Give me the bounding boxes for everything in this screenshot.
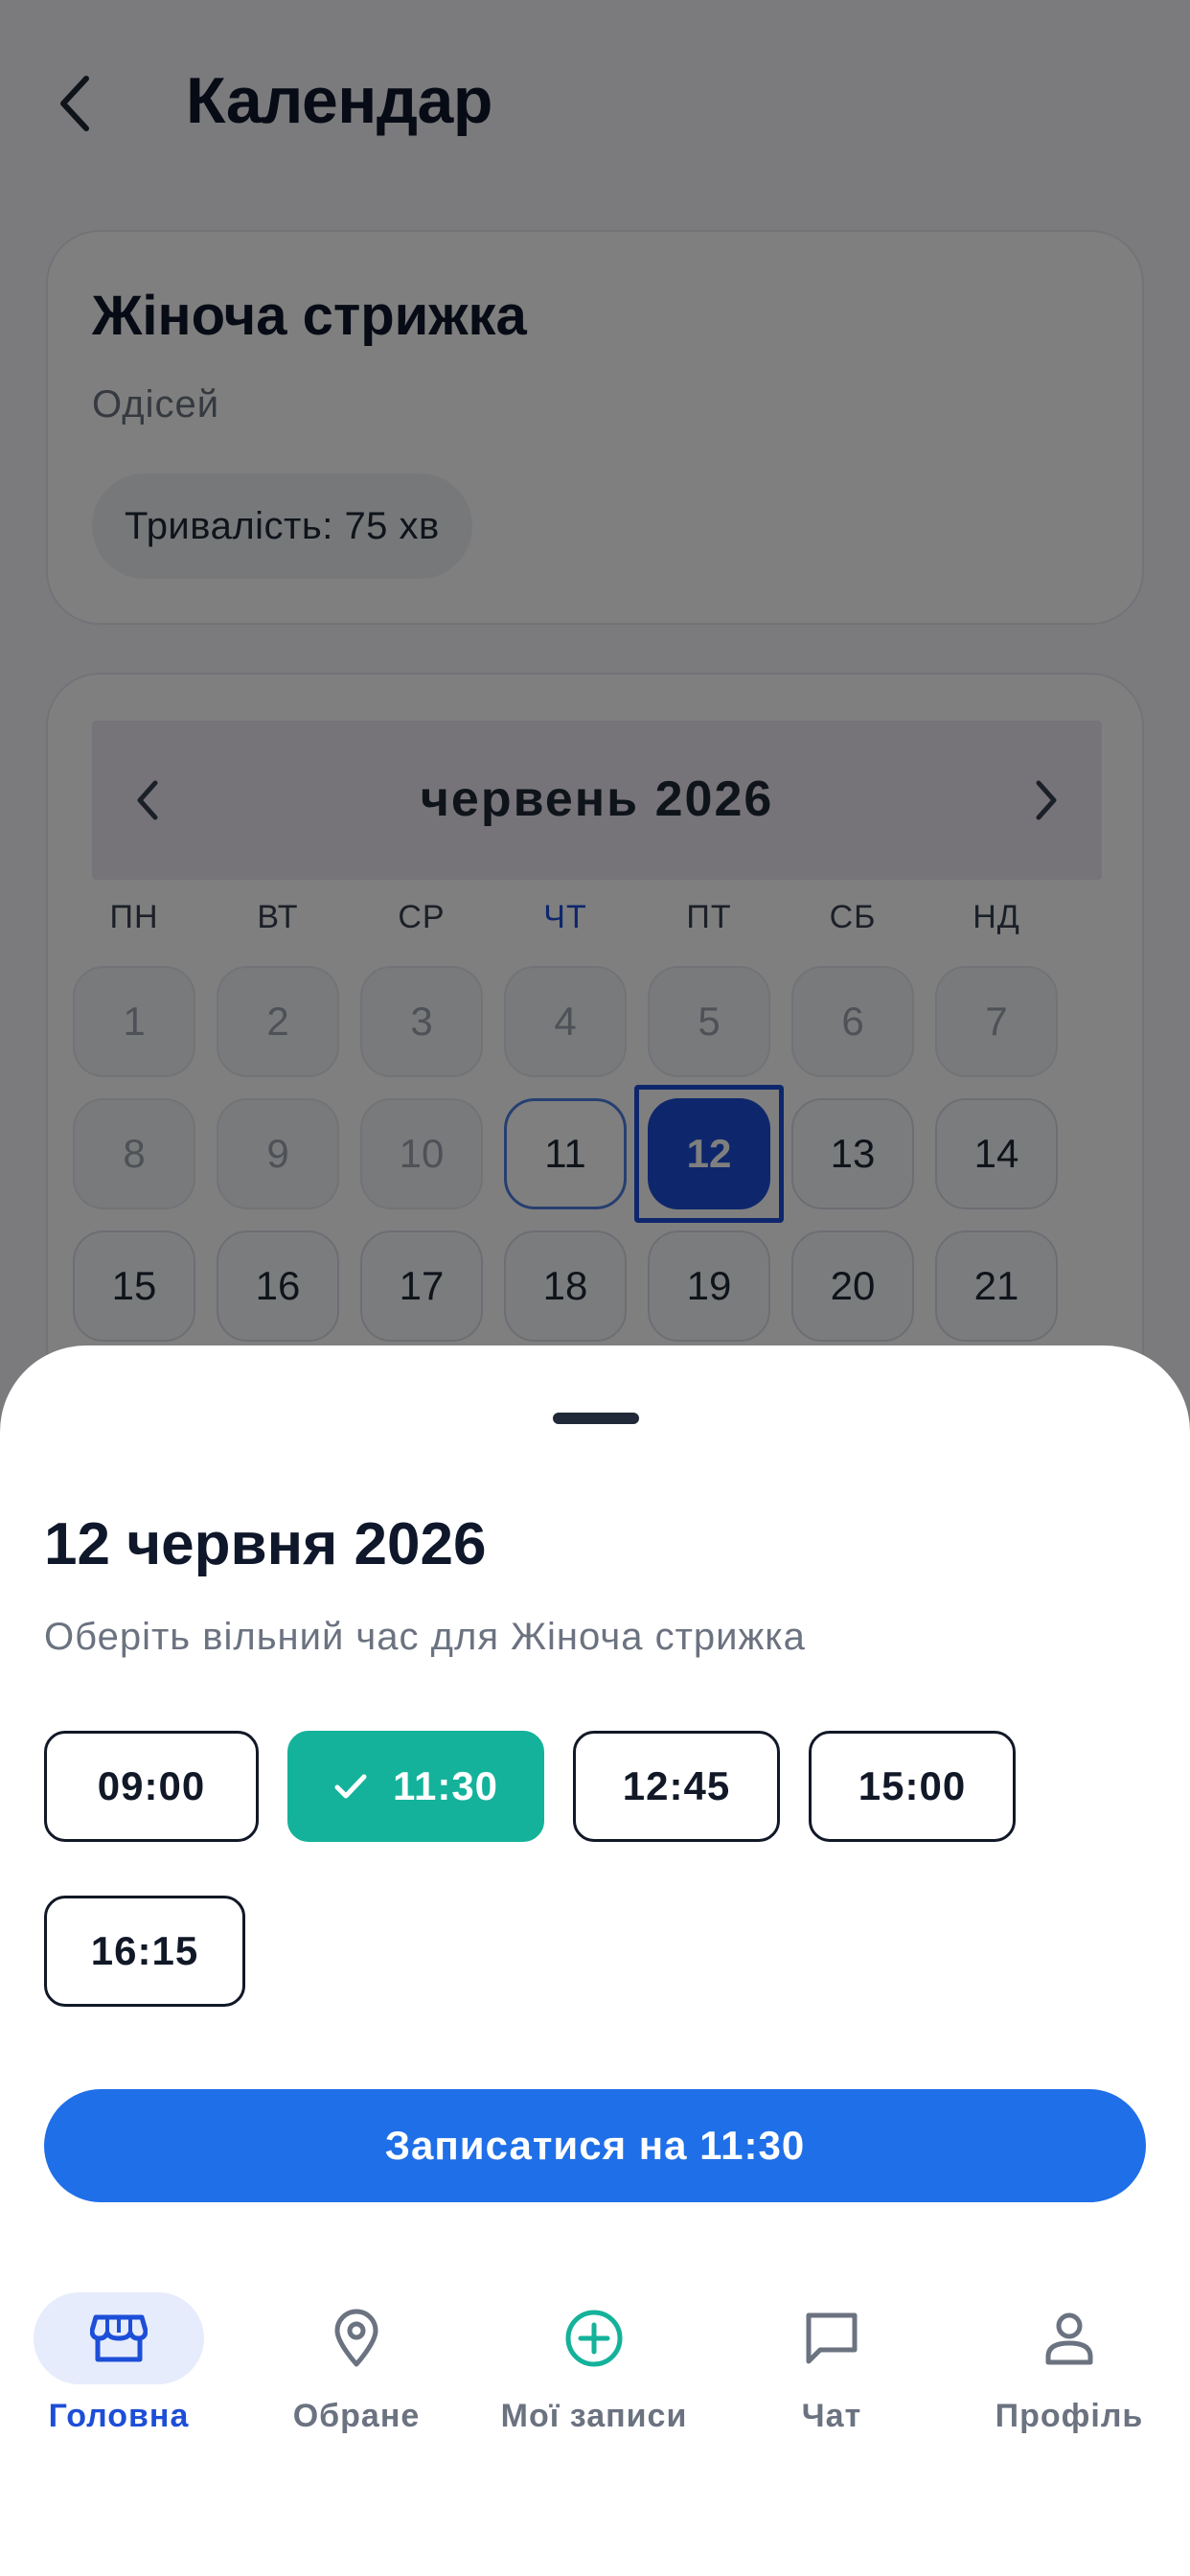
app-screen: Календар Жіноча стрижка Одісей Триваліст… <box>0 0 1190 2576</box>
check-icon <box>333 1772 368 1801</box>
nav-label: Чат <box>801 2398 862 2434</box>
plus-circle-icon <box>509 2292 679 2384</box>
nav-label: Профіль <box>995 2398 1144 2434</box>
time-slot-label: 15:00 <box>858 1763 967 1808</box>
nav-label: Обране <box>292 2398 421 2434</box>
location-pin-icon <box>271 2292 442 2384</box>
sheet-title: 12 червня 2026 <box>44 1511 487 1577</box>
user-icon <box>984 2292 1155 2384</box>
book-button[interactable]: Записатися на 11:30 <box>44 2089 1146 2202</box>
nav-item-3[interactable]: Мої записи <box>479 2292 709 2455</box>
sheet-drag-handle[interactable] <box>553 1413 639 1424</box>
sheet-subtitle: Оберіть вільний час для Жіноча стрижка <box>44 1616 806 1658</box>
time-slot[interactable]: 16:15 <box>44 1896 245 2007</box>
time-slot-label: 16:15 <box>90 1928 199 1973</box>
bottom-navigation: Головна Обране Мої записи Чат Профіль <box>0 2269 1190 2576</box>
nav-label: Головна <box>48 2398 190 2434</box>
time-slot[interactable]: 12:45 <box>573 1731 780 1842</box>
nav-item-2[interactable]: Обране <box>241 2292 471 2455</box>
nav-item-5[interactable]: Профіль <box>954 2292 1184 2455</box>
time-slot-label: 12:45 <box>622 1763 731 1808</box>
time-slot-label: 09:00 <box>97 1763 206 1808</box>
time-slot-selected[interactable]: 11:30 <box>287 1731 544 1842</box>
chat-icon <box>746 2292 917 2384</box>
nav-item-4[interactable]: Чат <box>717 2292 947 2455</box>
time-slot[interactable]: 09:00 <box>44 1731 259 1842</box>
nav-label: Мої записи <box>500 2398 688 2434</box>
store-icon <box>34 2292 204 2384</box>
time-slot[interactable]: 15:00 <box>809 1731 1016 1842</box>
nav-item-1[interactable]: Головна <box>4 2292 234 2455</box>
time-slot-label: 11:30 <box>392 1763 499 1808</box>
